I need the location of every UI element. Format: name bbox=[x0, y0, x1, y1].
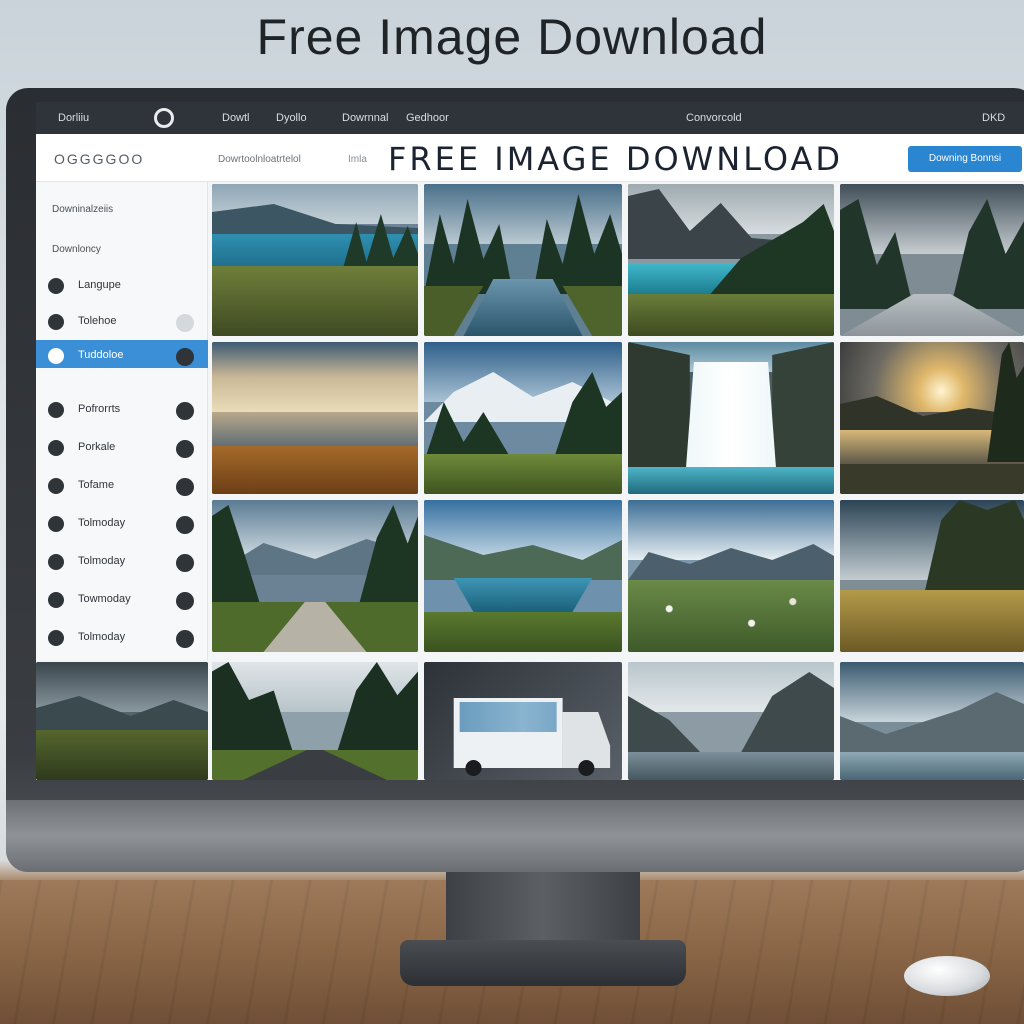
sidebar-item-label: Pofrorrts bbox=[78, 403, 121, 415]
top-nav-item[interactable]: Dowrnnal bbox=[342, 112, 388, 124]
sidebar-item-label: Tofame bbox=[78, 479, 115, 491]
sidebar-item-label: Tolmoday bbox=[78, 631, 126, 643]
category-icon bbox=[48, 348, 64, 364]
category-icon bbox=[48, 314, 64, 330]
chevron-icon[interactable] bbox=[176, 440, 194, 458]
gallery-image-field-trees[interactable] bbox=[840, 500, 1024, 652]
sidebar-item-languages[interactable]: Langupe bbox=[36, 270, 208, 302]
top-nav-item[interactable]: Dowtl bbox=[222, 112, 250, 124]
sidebar-item-tolmoday[interactable]: Tolmoday bbox=[36, 546, 208, 578]
monitor-base bbox=[400, 940, 686, 986]
category-icon bbox=[48, 478, 64, 494]
sidebar-item-portraits[interactable]: Pofrorrts bbox=[36, 394, 208, 426]
top-nav-item[interactable]: Gedhoor bbox=[406, 112, 449, 124]
sidebar-item-label: Langupe bbox=[78, 279, 121, 291]
sidebar-item-tolehoe[interactable]: Tolehoe bbox=[36, 306, 208, 338]
chevron-icon[interactable] bbox=[176, 348, 194, 366]
chevron-icon[interactable] bbox=[176, 516, 194, 534]
header-tag[interactable]: Imla bbox=[348, 154, 367, 165]
monitor-chin bbox=[6, 800, 1024, 872]
gallery-image-river-pines[interactable] bbox=[424, 184, 622, 336]
gallery-image-camper-van[interactable] bbox=[424, 662, 622, 780]
category-sidebar: Downinalzeiis Downloncy Langupe Tolehoe … bbox=[36, 182, 208, 660]
category-icon bbox=[48, 278, 64, 294]
sidebar-item-active[interactable]: Tuddoloe bbox=[36, 340, 208, 368]
gallery-image-sunset-lake[interactable] bbox=[212, 342, 418, 494]
top-nav-right-label[interactable]: DKD bbox=[982, 112, 1005, 124]
category-icon bbox=[48, 402, 64, 418]
computer-mouse[interactable] bbox=[904, 956, 990, 996]
gallery-image-stormy-valley[interactable] bbox=[36, 662, 208, 780]
top-nav-center-label[interactable]: Convorcold bbox=[686, 112, 742, 124]
banner-title: FREE IMAGE DOWNLOAD bbox=[388, 140, 844, 178]
category-icon bbox=[48, 592, 64, 608]
sidebar-item-label: Porkale bbox=[78, 441, 116, 453]
gallery-image-alpine-lake[interactable] bbox=[840, 662, 1024, 780]
sidebar-item-tolmoday[interactable]: Tolmoday bbox=[36, 508, 208, 540]
gallery-image-mountain-lake[interactable] bbox=[628, 184, 834, 336]
sidebar-item-tofame[interactable]: Tofame bbox=[36, 470, 208, 502]
sidebar-item-porkale[interactable]: Porkale bbox=[36, 432, 208, 464]
gallery-image-cliff-river[interactable] bbox=[628, 662, 834, 780]
chevron-icon[interactable] bbox=[176, 554, 194, 572]
sidebar-item-label: Towmoday bbox=[78, 593, 131, 605]
site-header: OGGGGOO Dowrtoolnloatrtelol Imla FREE IM… bbox=[36, 134, 1024, 182]
download-button[interactable]: Downing Bonnsi bbox=[908, 146, 1022, 172]
chevron-icon[interactable] bbox=[176, 478, 194, 496]
sidebar-item-label: Tolehoe bbox=[78, 315, 117, 327]
sidebar-heading: Downloncy bbox=[52, 244, 101, 255]
category-icon bbox=[48, 554, 64, 570]
sidebar-item-label: Tuddoloe bbox=[78, 349, 124, 361]
gallery-image-mountain-road[interactable] bbox=[212, 500, 418, 652]
gallery-image-lake-forest[interactable] bbox=[212, 184, 418, 336]
sidebar-heading: Downinalzeiis bbox=[52, 204, 114, 215]
monitor-screen: Dorliiu Dowtl Dyollo Dowrnnal Gedhoor Co… bbox=[36, 102, 1024, 780]
header-links[interactable]: Dowrtoolnloatrtelol bbox=[218, 154, 301, 165]
sidebar-item-label: Tolmoday bbox=[78, 517, 126, 529]
gallery-image-snowy-peaks[interactable] bbox=[424, 342, 622, 494]
category-icon bbox=[48, 630, 64, 646]
top-nav-bar: Dorliiu Dowtl Dyollo Dowrnnal Gedhoor Co… bbox=[36, 102, 1024, 134]
chevron-icon[interactable] bbox=[176, 402, 194, 420]
brand-name[interactable]: OGGGGOO bbox=[54, 151, 144, 167]
category-icon bbox=[48, 440, 64, 456]
chevron-icon[interactable] bbox=[176, 314, 194, 332]
sidebar-item-label: Tolmoday bbox=[78, 555, 126, 567]
gallery-image-flower-meadow[interactable] bbox=[628, 500, 834, 652]
sidebar-item-towmoday[interactable]: Towmoday bbox=[36, 584, 208, 616]
gallery-image-valley-lake[interactable] bbox=[424, 500, 622, 652]
page-heading: Free Image Download bbox=[256, 9, 768, 65]
chevron-icon[interactable] bbox=[176, 630, 194, 648]
monitor-stand bbox=[446, 872, 640, 944]
gallery-image-forest-road[interactable] bbox=[212, 662, 418, 780]
gallery-image-sunrise-lake[interactable] bbox=[840, 342, 1024, 494]
gallery-image-waterfall[interactable] bbox=[628, 342, 834, 494]
category-icon bbox=[48, 516, 64, 532]
top-nav-item[interactable]: Dyollo bbox=[276, 112, 307, 124]
gallery-image-forest-path[interactable] bbox=[840, 184, 1024, 336]
chevron-icon[interactable] bbox=[176, 592, 194, 610]
sidebar-item-tolmoday[interactable]: Tolmoday bbox=[36, 622, 208, 654]
logo-icon[interactable] bbox=[154, 108, 174, 128]
top-nav-left-label[interactable]: Dorliiu bbox=[58, 112, 89, 124]
